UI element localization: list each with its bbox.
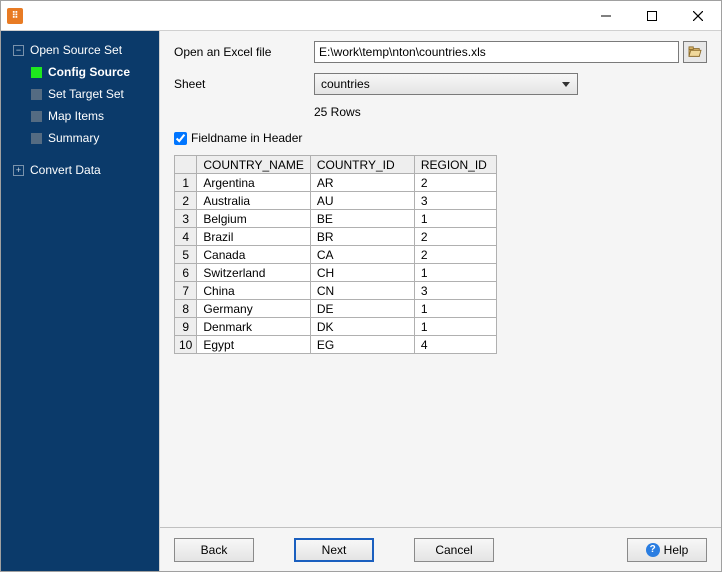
table-cell: 1	[414, 318, 496, 336]
step-bullet-icon	[31, 133, 42, 144]
sidebar-item-label: Open Source Set	[30, 43, 122, 57]
table-row[interactable]: 7ChinaCN3	[175, 282, 497, 300]
row-number: 5	[175, 246, 197, 264]
table-cell: 1	[414, 264, 496, 282]
table-cell: Australia	[197, 192, 310, 210]
sidebar-item-label: Map Items	[48, 109, 104, 123]
sidebar-item-open-source-set[interactable]: −Open Source Set	[9, 39, 159, 61]
file-path-input[interactable]	[314, 41, 679, 63]
table-row[interactable]: 3BelgiumBE1	[175, 210, 497, 228]
sidebar-item-label: Summary	[48, 131, 99, 145]
table-cell: CA	[310, 246, 414, 264]
table-cell: 1	[414, 300, 496, 318]
table-cell: 3	[414, 282, 496, 300]
table-row[interactable]: 10EgyptEG4	[175, 336, 497, 354]
tree-toggle-icon[interactable]: −	[13, 45, 24, 56]
app-icon: ⠿	[7, 8, 23, 24]
row-number: 2	[175, 192, 197, 210]
table-cell: Canada	[197, 246, 310, 264]
table-cell: AR	[310, 174, 414, 192]
table-row[interactable]: 6SwitzerlandCH1	[175, 264, 497, 282]
sidebar-item-label: Convert Data	[30, 163, 101, 177]
table-cell: 4	[414, 336, 496, 354]
wizard-steps-sidebar: −Open Source Set Config Source Set Target …	[1, 31, 159, 571]
table-cell: 2	[414, 228, 496, 246]
table-cell: 1	[414, 210, 496, 228]
step-bullet-icon	[31, 67, 42, 78]
wizard-footer: Back Next Cancel ? Help	[160, 527, 721, 571]
browse-button[interactable]	[683, 41, 707, 63]
table-row[interactable]: 1ArgentinaAR2	[175, 174, 497, 192]
help-button[interactable]: ? Help	[627, 538, 707, 562]
table-cell: Switzerland	[197, 264, 310, 282]
next-button[interactable]: Next	[294, 538, 374, 562]
table-cell: DE	[310, 300, 414, 318]
table-cell: Denmark	[197, 318, 310, 336]
sidebar-item-label: Config Source	[48, 65, 130, 79]
step-bullet-icon	[31, 89, 42, 100]
table-cell: Egypt	[197, 336, 310, 354]
table-cell: BE	[310, 210, 414, 228]
table-cell: Belgium	[197, 210, 310, 228]
row-number: 10	[175, 336, 197, 354]
table-row[interactable]: 2AustraliaAU3	[175, 192, 497, 210]
cancel-button[interactable]: Cancel	[414, 538, 494, 562]
fieldname-header-label[interactable]: Fieldname in Header	[191, 131, 302, 145]
open-file-label: Open an Excel file	[174, 45, 314, 59]
folder-open-icon	[688, 46, 702, 58]
fieldname-header-checkbox[interactable]	[174, 132, 187, 145]
table-cell: CN	[310, 282, 414, 300]
table-cell: 3	[414, 192, 496, 210]
table-cell: 2	[414, 174, 496, 192]
preview-table: COUNTRY_NAMECOUNTRY_IDREGION_ID 1Argenti…	[174, 155, 497, 354]
sidebar-item-map-items[interactable]: Map Items	[9, 105, 159, 127]
column-header[interactable]: REGION_ID	[414, 156, 496, 174]
table-cell: China	[197, 282, 310, 300]
row-number: 3	[175, 210, 197, 228]
rows-count-label: 25 Rows	[314, 105, 707, 119]
sheet-label: Sheet	[174, 77, 314, 91]
sidebar-item-convert-data[interactable]: + Convert Data	[9, 159, 159, 181]
sidebar-item-config-source[interactable]: Config Source	[9, 61, 159, 83]
tree-toggle-icon[interactable]: +	[13, 165, 24, 176]
titlebar: ⠿	[1, 1, 721, 31]
main-panel: Open an Excel file Sheet count	[159, 31, 721, 571]
step-bullet-icon	[31, 111, 42, 122]
table-corner	[175, 156, 197, 174]
table-row[interactable]: 9DenmarkDK1	[175, 318, 497, 336]
row-number: 8	[175, 300, 197, 318]
table-cell: CH	[310, 264, 414, 282]
column-header[interactable]: COUNTRY_NAME	[197, 156, 310, 174]
maximize-button[interactable]	[629, 1, 675, 31]
sidebar-item-summary[interactable]: Summary	[9, 127, 159, 149]
row-number: 6	[175, 264, 197, 282]
sidebar-item-label: Set Target Set	[48, 87, 124, 101]
table-row[interactable]: 4BrazilBR2	[175, 228, 497, 246]
table-row[interactable]: 5CanadaCA2	[175, 246, 497, 264]
row-number: 9	[175, 318, 197, 336]
close-button[interactable]	[675, 1, 721, 31]
table-cell: 2	[414, 246, 496, 264]
minimize-button[interactable]	[583, 1, 629, 31]
row-number: 4	[175, 228, 197, 246]
table-cell: Argentina	[197, 174, 310, 192]
sheet-select[interactable]: countries	[314, 73, 578, 95]
table-cell: Germany	[197, 300, 310, 318]
sidebar-item-set-target-set[interactable]: Set Target Set	[9, 83, 159, 105]
row-number: 7	[175, 282, 197, 300]
row-number: 1	[175, 174, 197, 192]
table-cell: Brazil	[197, 228, 310, 246]
column-header[interactable]: COUNTRY_ID	[310, 156, 414, 174]
table-cell: DK	[310, 318, 414, 336]
table-row[interactable]: 8GermanyDE1	[175, 300, 497, 318]
back-button[interactable]: Back	[174, 538, 254, 562]
table-cell: AU	[310, 192, 414, 210]
wizard-window: ⠿ −Open Source Set Config Source Set Targe…	[0, 0, 722, 572]
help-icon: ?	[646, 543, 660, 557]
table-cell: BR	[310, 228, 414, 246]
table-cell: EG	[310, 336, 414, 354]
